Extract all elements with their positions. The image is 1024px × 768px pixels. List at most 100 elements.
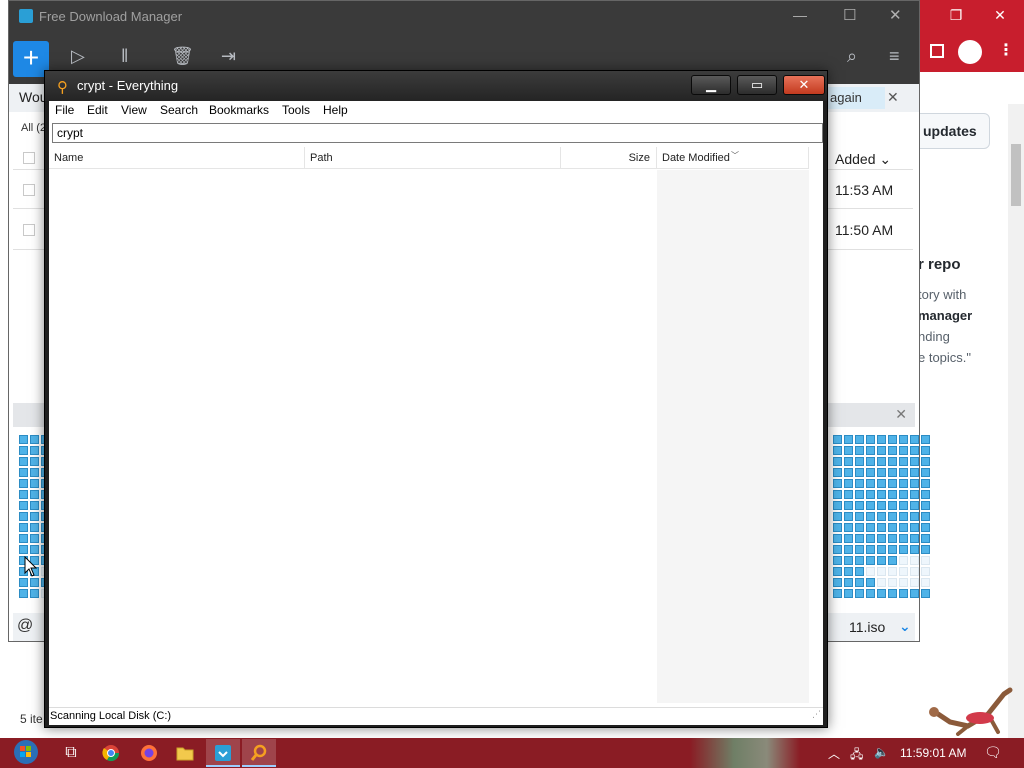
piece-cell xyxy=(844,589,853,598)
menu-edit[interactable]: Edit xyxy=(87,103,108,117)
fdm-file-name: 11.iso xyxy=(849,619,886,635)
browser-menu-icon[interactable]: ⋮ xyxy=(998,40,1014,60)
column-size[interactable]: Size xyxy=(561,147,657,169)
piece-cell xyxy=(899,589,908,598)
piece-cell xyxy=(899,512,908,521)
piece-cell xyxy=(844,446,853,455)
piece-cell xyxy=(877,501,886,510)
expand-chevron-icon[interactable]: ⌄ xyxy=(899,618,911,635)
browser-restore-button[interactable]: ❐ xyxy=(934,0,978,30)
everything-maximize-button[interactable]: ▭ xyxy=(737,75,777,95)
fdm-close-button[interactable]: ✕ xyxy=(889,6,902,24)
fdm-filter-all[interactable]: All (2 xyxy=(21,122,46,134)
piece-cell xyxy=(899,457,908,466)
show-hidden-icons-icon[interactable]: ︿ xyxy=(828,745,840,762)
firefox-taskbar-button[interactable] xyxy=(132,739,166,767)
menu-help[interactable]: Help xyxy=(323,103,348,117)
fdm-added-column-header[interactable]: Added ⌄ xyxy=(835,151,891,168)
fdm-select-all-checkbox[interactable] xyxy=(23,152,35,164)
menu-file[interactable]: File xyxy=(55,103,74,117)
piece-cell xyxy=(888,501,897,510)
piece-cell xyxy=(844,512,853,521)
piece-cell xyxy=(844,490,853,499)
profile-avatar-icon[interactable] xyxy=(958,40,982,64)
pause-all-icon[interactable]: ‖ xyxy=(121,46,128,67)
menu-tools[interactable]: Tools xyxy=(282,103,310,117)
piece-cell xyxy=(921,457,930,466)
network-icon[interactable]: 🖧 xyxy=(850,745,863,766)
everything-taskbar-button[interactable] xyxy=(242,739,276,767)
piece-cell xyxy=(866,457,875,466)
piece-cell xyxy=(888,556,897,565)
browser-scroll-thumb[interactable] xyxy=(1011,144,1021,206)
piece-cell xyxy=(30,523,39,532)
piece-cell xyxy=(921,556,930,565)
column-name[interactable]: Name xyxy=(49,147,305,169)
piece-cell xyxy=(921,490,930,499)
results-sorted-column-shading xyxy=(657,170,809,703)
piece-cell xyxy=(899,556,908,565)
piece-cell xyxy=(30,534,39,543)
piece-cell xyxy=(19,468,28,477)
fdm-minimize-button[interactable]: — xyxy=(793,7,807,23)
piece-cell xyxy=(833,545,842,554)
menu-icon[interactable]: ≡ xyxy=(889,46,900,67)
everything-close-button[interactable]: ✕ xyxy=(783,75,825,95)
piece-cell xyxy=(855,545,864,554)
resize-grip-icon[interactable]: ⋰ xyxy=(812,706,821,723)
search-icon[interactable]: ⌕ xyxy=(847,46,857,67)
piece-cell xyxy=(30,457,39,466)
piece-cell xyxy=(899,468,908,477)
piece-cell xyxy=(866,490,875,499)
task-view-button[interactable]: ⧉ xyxy=(54,739,88,767)
piece-cell xyxy=(30,501,39,510)
row-checkbox[interactable] xyxy=(23,184,35,196)
column-path[interactable]: Path xyxy=(305,147,561,169)
piece-cell xyxy=(877,545,886,554)
speed-mode-snail-icon[interactable]: @ xyxy=(17,617,33,635)
file-explorer-taskbar-button[interactable] xyxy=(168,739,202,767)
piece-cell xyxy=(888,578,897,587)
piece-cell xyxy=(844,468,853,477)
piece-cell xyxy=(866,534,875,543)
details-close-icon[interactable]: ✕ xyxy=(895,406,907,423)
piece-cell xyxy=(30,435,39,444)
browser-scrollbar[interactable] xyxy=(1008,104,1024,738)
fdm-again-button[interactable]: again xyxy=(827,87,885,109)
browser-close-button[interactable]: ✕ xyxy=(978,0,1022,30)
piece-cell xyxy=(855,468,864,477)
fdm-taskbar-button[interactable] xyxy=(206,739,240,767)
menu-bookmarks[interactable]: Bookmarks xyxy=(209,103,269,117)
repo-text-line: manager xyxy=(918,308,973,323)
fdm-dismiss-icon[interactable]: ✕ xyxy=(887,89,899,106)
row-added-time: 11:50 AM xyxy=(835,222,894,238)
piece-cell xyxy=(833,556,842,565)
piece-cell xyxy=(910,589,919,598)
taskbar-clock[interactable]: 11:59:01 AM xyxy=(900,746,967,760)
everything-app-icon: ⚲ xyxy=(57,79,68,96)
menu-view[interactable]: View xyxy=(121,103,147,117)
row-checkbox[interactable] xyxy=(23,224,35,236)
delete-icon[interactable]: 🗑 xyxy=(171,46,194,67)
taskbar-background-thumbnail xyxy=(690,738,800,768)
menu-search[interactable]: Search xyxy=(160,103,198,117)
notification-center-icon[interactable]: 🗨 xyxy=(984,744,1002,761)
extension-icon[interactable] xyxy=(930,44,944,58)
start-button[interactable] xyxy=(6,739,46,767)
desktop-pet-figure-icon xyxy=(929,687,1013,736)
piece-cell xyxy=(899,446,908,455)
everything-minimize-button[interactable]: ▁ xyxy=(691,75,731,95)
piece-cell xyxy=(833,501,842,510)
chrome-taskbar-button[interactable] xyxy=(94,739,128,767)
move-folder-icon[interactable]: ⇥ xyxy=(221,46,236,67)
updates-button[interactable]: updates xyxy=(910,113,990,149)
resume-all-icon[interactable]: ▷ xyxy=(71,46,85,67)
piece-cell xyxy=(910,446,919,455)
piece-cell xyxy=(866,578,875,587)
fdm-maximize-button[interactable]: ☐ xyxy=(843,6,856,24)
fdm-icon xyxy=(215,745,231,761)
piece-cell xyxy=(910,534,919,543)
volume-icon[interactable]: 🔈 xyxy=(874,745,889,759)
everything-search-input[interactable] xyxy=(52,123,823,143)
piece-cell xyxy=(833,468,842,477)
